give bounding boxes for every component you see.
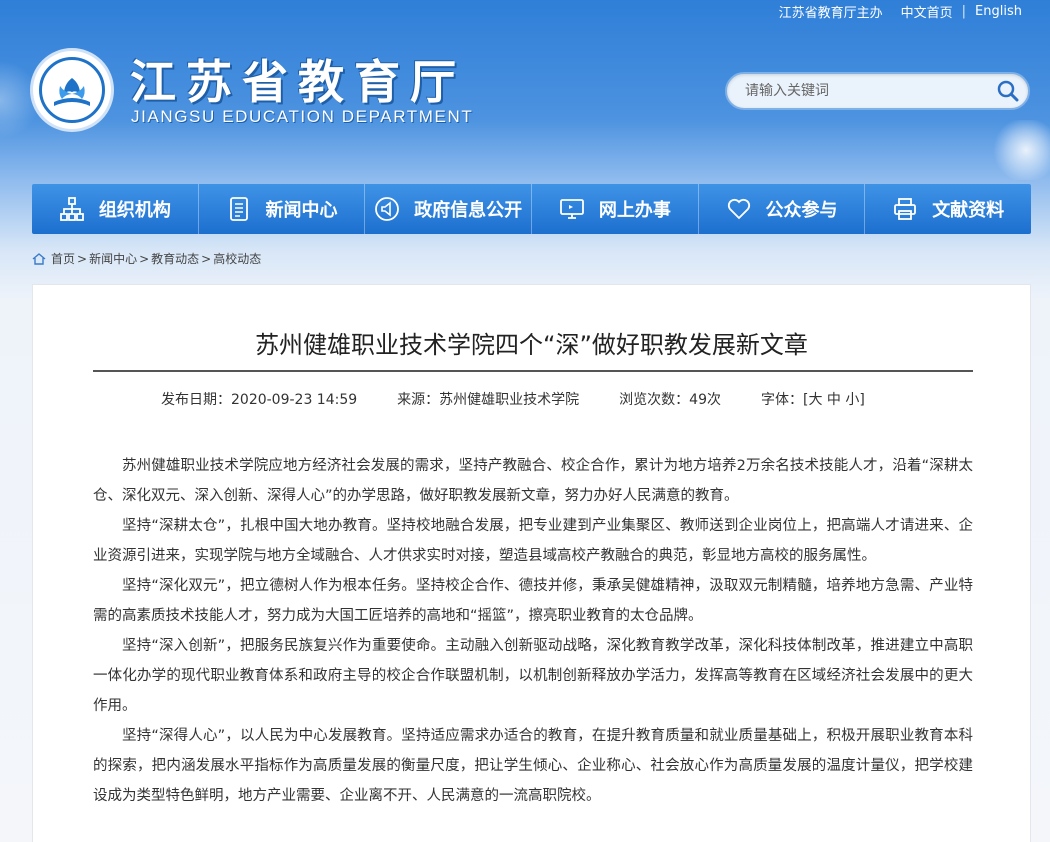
- breadcrumb-college-news[interactable]: 高校动态: [213, 250, 261, 267]
- printer-icon: [894, 198, 917, 220]
- title-divider: [93, 370, 973, 372]
- font-size-control: 字体：[大 中 小]: [761, 392, 865, 408]
- article-paragraph: 坚持“深耕太仓”，扎根中国大地办教育。坚持校地融合发展，把专业建到产业集聚区、教…: [93, 518, 973, 564]
- font-large-button[interactable]: 大: [808, 392, 822, 408]
- nav-label: 组织机构: [98, 200, 171, 221]
- heart-icon: [727, 198, 750, 220]
- view-count: 浏览次数：49次: [619, 392, 721, 408]
- nav-item-org[interactable]: 组织机构: [32, 184, 199, 234]
- article-paragraph: 坚持“深得人心”，以人民为中心发展教育。坚持适应需求办适合的教育，在提升教育质量…: [93, 728, 973, 804]
- font-medium-button[interactable]: 中: [827, 392, 841, 408]
- search-input[interactable]: [727, 83, 988, 99]
- search-box: [725, 72, 1030, 110]
- article-paragraph: 坚持“深化双元”，把立德树人作为根本任务。坚持校企合作、德技并修，秉承吴健雄精神…: [93, 578, 973, 624]
- nav-label: 新闻中心: [265, 200, 338, 221]
- nav-item-public[interactable]: 公众参与: [699, 184, 866, 234]
- article-source: 来源：苏州健雄职业技术学院: [397, 392, 580, 408]
- nav-item-literature[interactable]: 文献资料: [865, 184, 1031, 234]
- chinese-home-link[interactable]: 中文首页: [901, 2, 953, 21]
- breadcrumb-news[interactable]: 新闻中心: [89, 250, 137, 267]
- document-icon: [229, 197, 248, 221]
- main-nav: 组织机构 新闻中心 政府信息公开 网上办事 公众参与 文献资料: [32, 184, 1031, 234]
- nav-label: 文献资料: [932, 200, 1005, 221]
- monitor-icon: [559, 199, 584, 219]
- breadcrumb: 首页 > 新闻中心 > 教育动态 > 高校动态: [32, 250, 261, 267]
- article-meta: 发布日期：2020-09-23 14:59 来源：苏州健雄职业技术学院 浏览次数…: [161, 389, 865, 409]
- nav-label: 政府信息公开: [414, 200, 523, 221]
- article-panel: 苏州健雄职业技术学院四个“深”做好职教发展新文章 发布日期：2020-09-23…: [32, 284, 1031, 842]
- search-icon: [997, 80, 1019, 102]
- nav-item-news[interactable]: 新闻中心: [199, 184, 366, 234]
- article-title: 苏州健雄职业技术学院四个“深”做好职教发展新文章: [255, 331, 808, 359]
- article-paragraph: 苏州健雄职业技术学院应地方经济社会发展的需求，坚持产教融合、校企合作，累计为地方…: [93, 458, 973, 504]
- article-body: 苏州健雄职业技术学院应地方经济社会发展的需求，坚持产教融合、校企合作，累计为地方…: [93, 451, 973, 811]
- breadcrumb-edu-news[interactable]: 教育动态: [151, 250, 199, 267]
- cloud-decoration: [990, 120, 1050, 180]
- org-chart-icon: [59, 197, 84, 221]
- top-links: 江苏省教育厅主办 中文首页 | English: [778, 2, 1022, 21]
- english-link[interactable]: English: [975, 4, 1022, 19]
- article-paragraph: 坚持“深入创新”，把服务民族复兴作为重要使命。主动融入创新驱动战略，深化教育教学…: [93, 638, 973, 714]
- site-title: 江苏省教育厅: [130, 55, 466, 109]
- nav-label: 网上办事: [598, 200, 671, 221]
- emblem-book-icon: [54, 78, 90, 106]
- department-emblem[interactable]: [30, 48, 114, 132]
- home-icon: [32, 252, 46, 265]
- sponsor-text: 江苏省教育厅主办: [778, 5, 883, 21]
- nav-item-gov-info[interactable]: 政府信息公开: [365, 184, 533, 234]
- speaker-icon: [375, 197, 400, 221]
- site-subtitle: JIANGSU EDUCATION DEPARTMENT: [131, 107, 474, 126]
- search-button[interactable]: [988, 74, 1028, 108]
- nav-item-online-service[interactable]: 网上办事: [532, 184, 699, 234]
- font-small-button[interactable]: 小: [845, 392, 859, 408]
- nav-label: 公众参与: [765, 200, 838, 221]
- breadcrumb-home[interactable]: 首页: [51, 250, 75, 267]
- publish-date: 发布日期：2020-09-23 14:59: [161, 392, 358, 408]
